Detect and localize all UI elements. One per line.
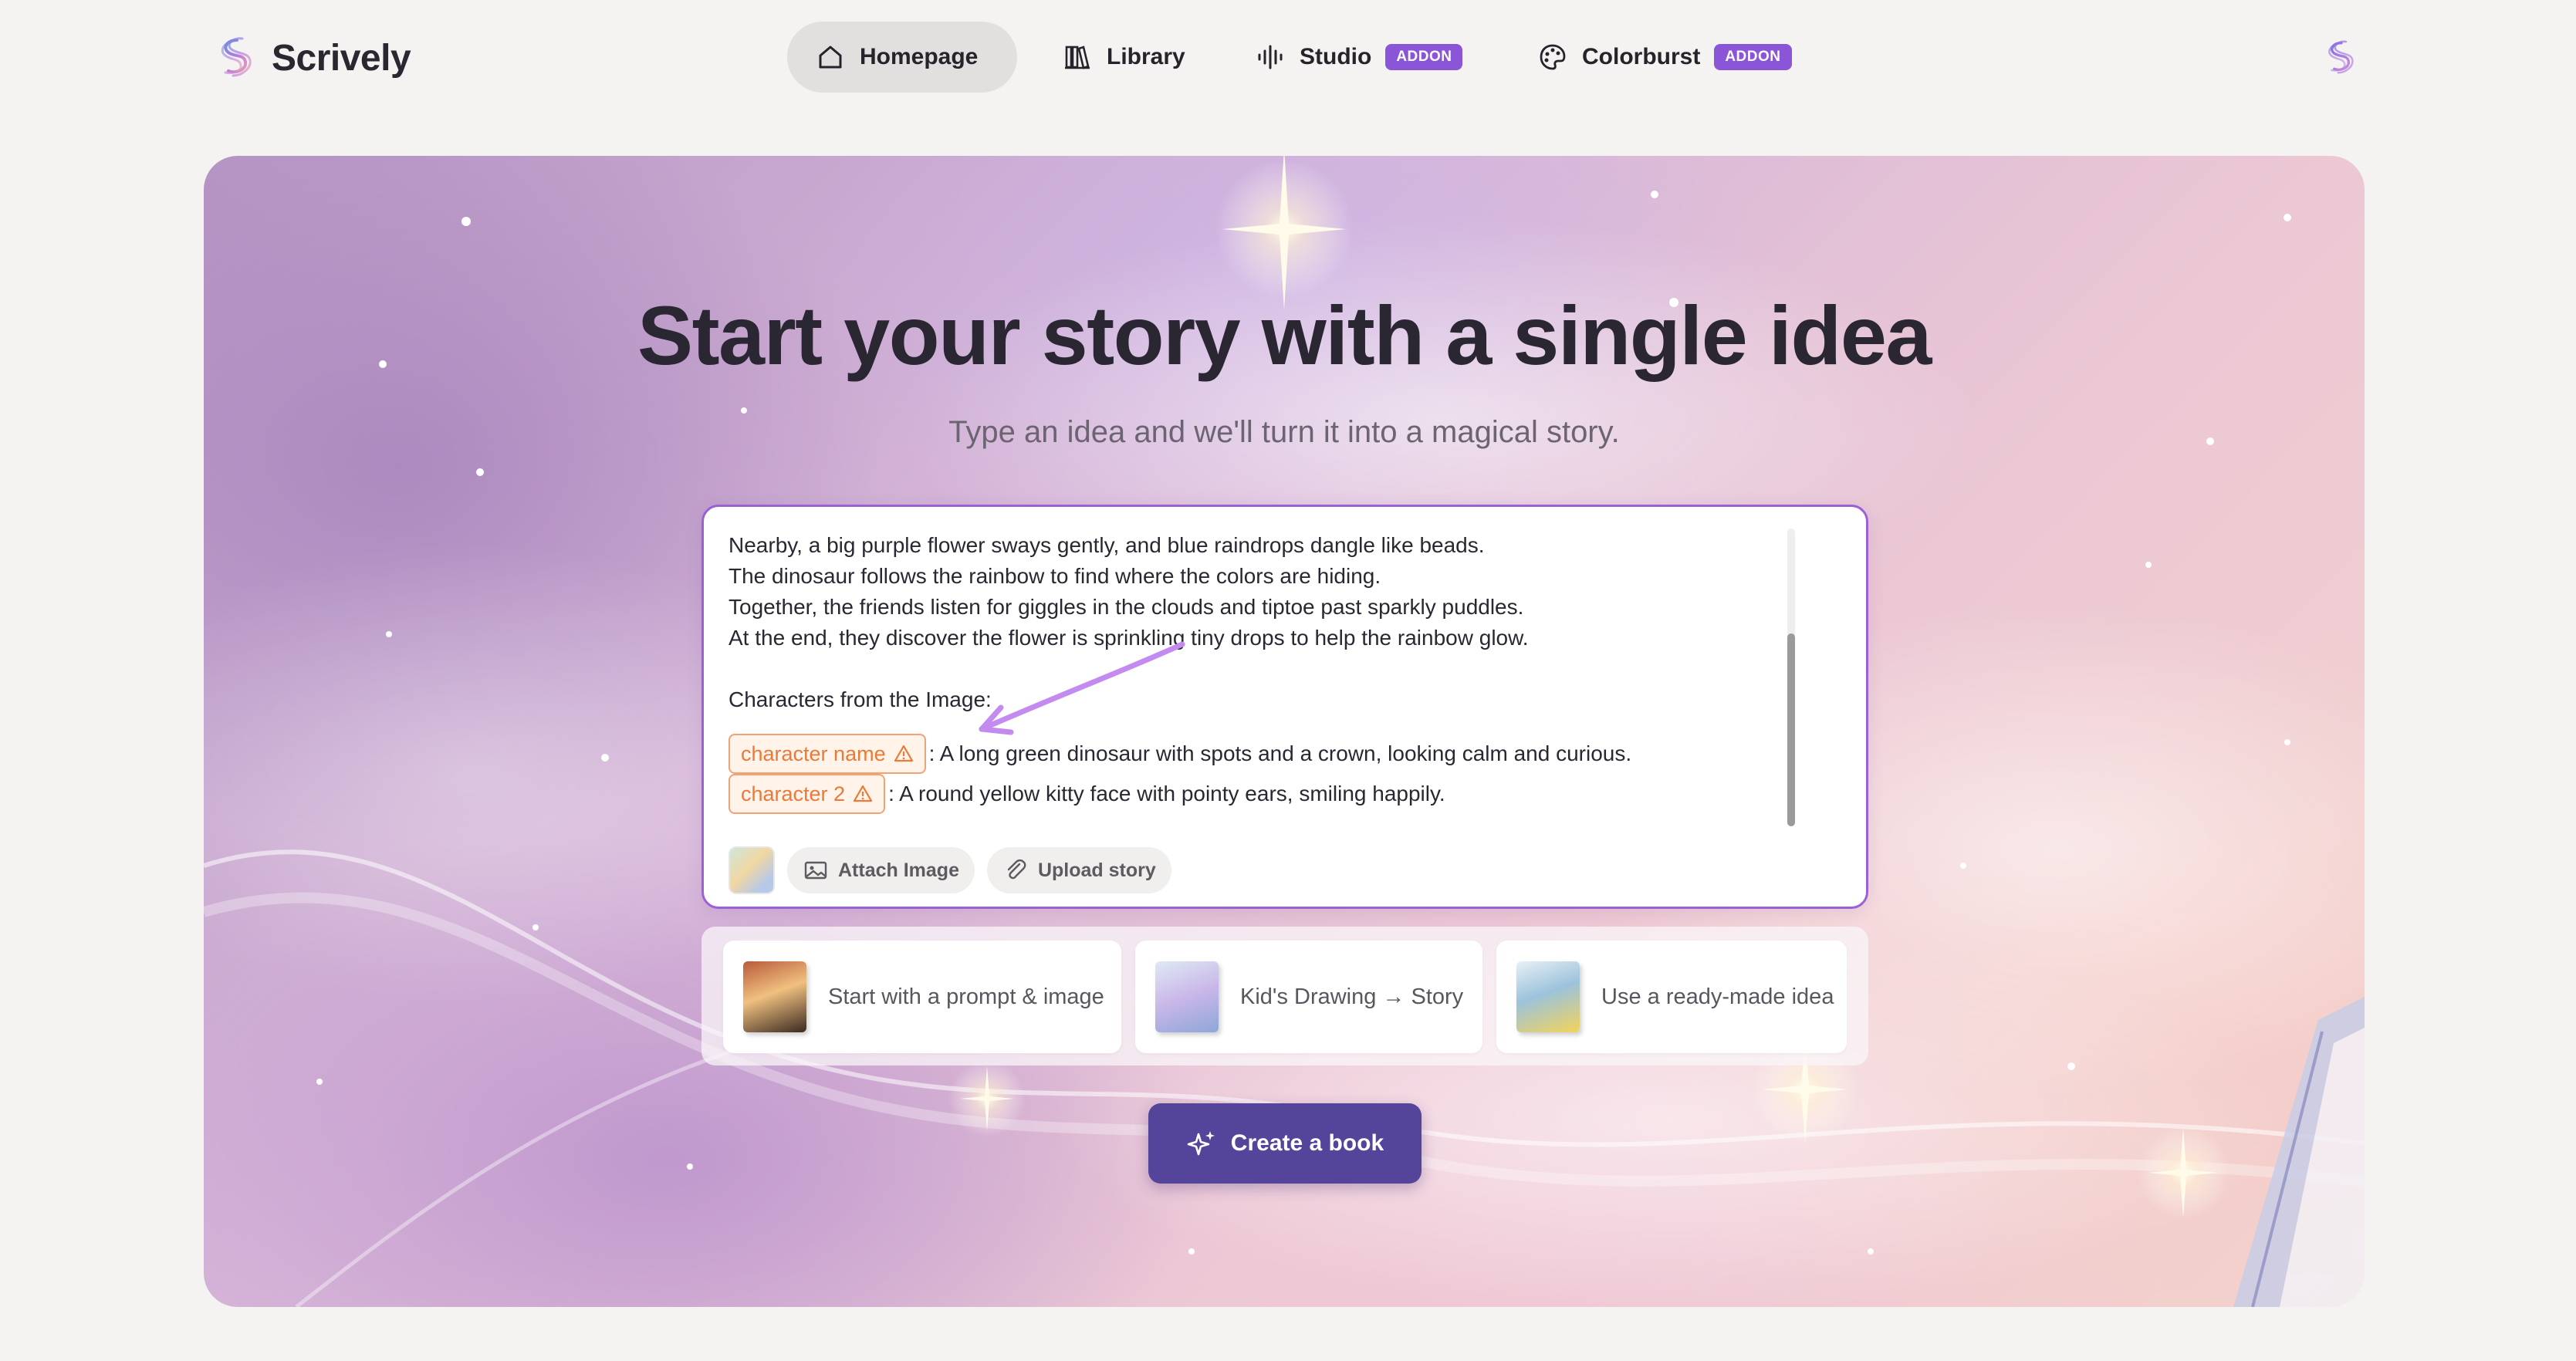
nav-homepage-label: Homepage bbox=[860, 44, 979, 69]
nav-studio[interactable]: Studio ADDON bbox=[1227, 22, 1490, 93]
paperclip-icon bbox=[1007, 859, 1026, 880]
nav-colorburst[interactable]: Colorburst ADDON bbox=[1509, 22, 1820, 93]
character-description: : A round yellow kitty face with pointy … bbox=[888, 782, 1445, 805]
brand-name: Scrively bbox=[272, 37, 411, 79]
story-idea-editor[interactable]: Nearby, a big purple flower sways gently… bbox=[701, 505, 1868, 909]
addon-badge: ADDON bbox=[1714, 44, 1792, 70]
character-name-tag[interactable]: character 2 bbox=[729, 774, 886, 814]
idea-book-icon bbox=[1516, 961, 1580, 1032]
nav-colorburst-label: Colorburst bbox=[1582, 44, 1701, 69]
drawing-book-icon bbox=[1155, 961, 1219, 1032]
character-row: character name : A long green dinosaur w… bbox=[729, 734, 1809, 774]
nav-library[interactable]: Library bbox=[1034, 22, 1213, 93]
books-icon bbox=[1065, 46, 1090, 69]
hero-subtitle: Type an idea and we'll turn it into a ma… bbox=[948, 415, 1620, 449]
start-options: Start with a prompt & image Kid's Drawin… bbox=[701, 927, 1868, 1065]
editor-scrollbar-thumb[interactable] bbox=[1787, 633, 1795, 826]
story-line: At the end, they discover the flower is … bbox=[729, 626, 1529, 650]
annotation-arrow-icon bbox=[979, 641, 1185, 735]
attach-image-button[interactable]: Attach Image bbox=[787, 847, 975, 893]
warning-icon bbox=[853, 785, 873, 802]
addon-badge: ADDON bbox=[1385, 44, 1463, 70]
scrively-logo-icon bbox=[221, 37, 252, 77]
brand-logo[interactable]: Scrively bbox=[213, 31, 411, 85]
image-icon bbox=[804, 861, 827, 880]
palette-icon bbox=[1540, 44, 1566, 70]
upload-story-label: Upload story bbox=[1037, 859, 1156, 881]
character-tag-label: character 2 bbox=[741, 782, 846, 805]
nav-homepage[interactable]: Homepage bbox=[787, 22, 1017, 93]
option-label: Use a ready-made idea bbox=[1601, 984, 1834, 1009]
story-text-area[interactable]: Nearby, a big purple flower sways gently… bbox=[729, 530, 1809, 814]
editor-toolbar: Attach Image Upload story bbox=[729, 846, 1171, 894]
story-line: Nearby, a big purple flower sways gently… bbox=[729, 533, 1485, 557]
book-cover-icon bbox=[743, 961, 806, 1032]
home-icon bbox=[819, 46, 842, 69]
character-tag-label: character name bbox=[741, 742, 886, 765]
option-ready-made-idea[interactable]: Use a ready-made idea bbox=[1496, 941, 1847, 1053]
characters-heading: Characters from the Image: bbox=[729, 687, 992, 711]
option-label: Start with a prompt & image bbox=[828, 984, 1104, 1009]
story-line: Together, the friends listen for giggles… bbox=[729, 595, 1524, 619]
nav-library-label: Library bbox=[1107, 44, 1185, 69]
create-book-button[interactable]: Create a book bbox=[1148, 1103, 1422, 1184]
create-book-label: Create a book bbox=[1230, 1130, 1384, 1156]
hero-title: Start your story with a single idea bbox=[637, 289, 1932, 382]
character-row: character 2 : A round yellow kitty face … bbox=[729, 774, 1809, 814]
character-name-tag[interactable]: character name bbox=[729, 734, 926, 774]
attach-image-label: Attach Image bbox=[838, 859, 959, 881]
option-kids-drawing[interactable]: Kid's Drawing → Story bbox=[1135, 941, 1482, 1053]
attached-image-thumbnail[interactable] bbox=[729, 846, 775, 894]
upload-story-button[interactable]: Upload story bbox=[986, 847, 1171, 893]
story-line: The dinosaur follows the rainbow to find… bbox=[729, 564, 1381, 588]
nav-studio-label: Studio bbox=[1300, 44, 1372, 69]
hero-section: Start your story with a single idea Type… bbox=[204, 156, 2365, 1307]
warning-icon bbox=[894, 745, 913, 762]
sparkles-icon bbox=[1187, 1131, 1215, 1156]
audio-wave-icon bbox=[1258, 45, 1283, 69]
account-logo-icon[interactable] bbox=[2321, 34, 2361, 82]
top-nav: Scrively Homepage Library Studio ADDON C… bbox=[0, 0, 2576, 116]
option-label: Kid's Drawing → Story bbox=[1240, 984, 1464, 1009]
option-prompt-image[interactable]: Start with a prompt & image bbox=[723, 941, 1121, 1053]
